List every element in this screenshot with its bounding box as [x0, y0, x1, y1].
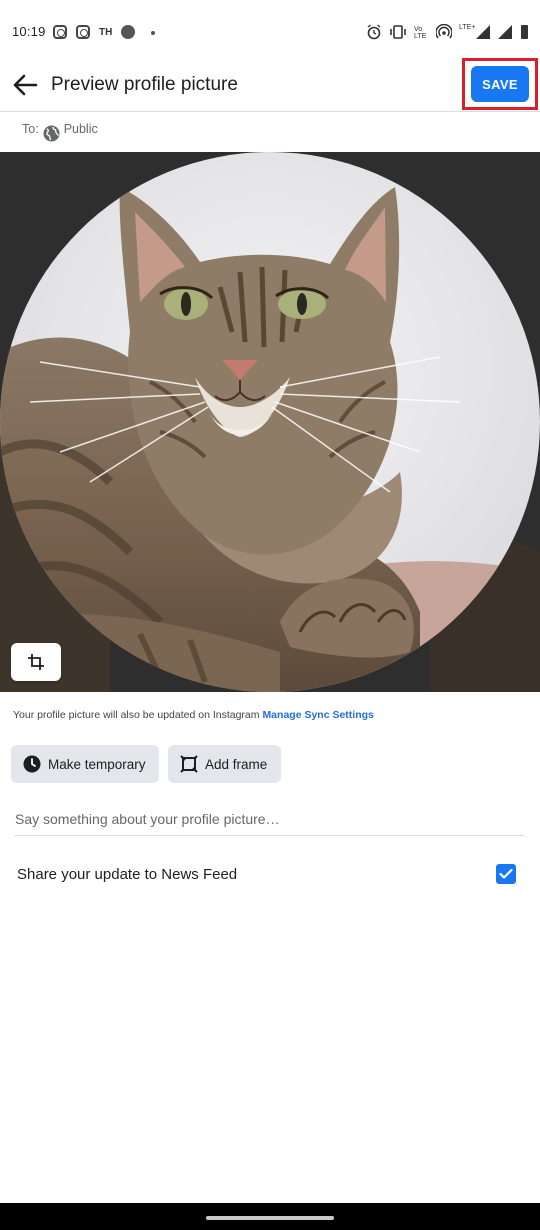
crop-button[interactable] [11, 643, 61, 681]
caption-input[interactable] [14, 802, 525, 836]
instagram-icon [53, 25, 67, 39]
lte-label: LTE+ [459, 24, 476, 31]
audience-to-label: To: [22, 122, 39, 136]
manage-sync-settings-link[interactable]: Manage Sync Settings [262, 709, 373, 721]
audience-value: Public [63, 122, 98, 136]
crop-icon [28, 654, 44, 670]
status-bar: 10:19 TH Vo LTE LTE+ [0, 0, 540, 64]
hotspot-icon [436, 24, 452, 39]
signal-icon [476, 25, 490, 39]
make-temporary-button[interactable]: Make temporary [11, 745, 159, 783]
system-nav-bar [0, 1203, 540, 1230]
profile-photo-preview[interactable] [0, 152, 540, 692]
carrier-label: TH [99, 26, 113, 38]
globe-icon [43, 124, 60, 142]
home-indicator[interactable] [206, 1216, 334, 1220]
sync-text: Your profile picture will also be update… [13, 709, 260, 721]
signal-icon [498, 25, 512, 39]
cat-photo [0, 152, 540, 692]
back-button[interactable] [8, 68, 42, 102]
status-time: 10:19 [12, 24, 46, 39]
dot-icon [151, 31, 155, 35]
circle-icon [121, 25, 135, 39]
app-bar: Preview profile picture SAVE [0, 58, 540, 112]
share-to-news-feed-label: Share your update to News Feed [17, 866, 238, 883]
save-button[interactable]: SAVE [471, 66, 529, 102]
add-frame-label: Add frame [205, 756, 268, 772]
arrow-left-icon [13, 74, 38, 96]
alarm-icon [367, 24, 381, 40]
add-frame-button[interactable]: Add frame [168, 745, 281, 783]
battery-icon [521, 25, 528, 39]
make-temporary-label: Make temporary [48, 756, 146, 772]
instagram-icon [76, 25, 90, 39]
page-title: Preview profile picture [51, 74, 238, 95]
vibrate-icon [390, 25, 406, 39]
checkmark-icon [499, 868, 513, 879]
audience-selector[interactable]: To: Public [22, 119, 98, 142]
share-to-news-feed-checkbox[interactable] [496, 864, 516, 884]
clock-icon [23, 755, 41, 773]
instagram-sync-note: Your profile picture will also be update… [13, 709, 374, 721]
frame-icon [180, 755, 198, 773]
volte-icon: Vo LTE [414, 26, 427, 40]
